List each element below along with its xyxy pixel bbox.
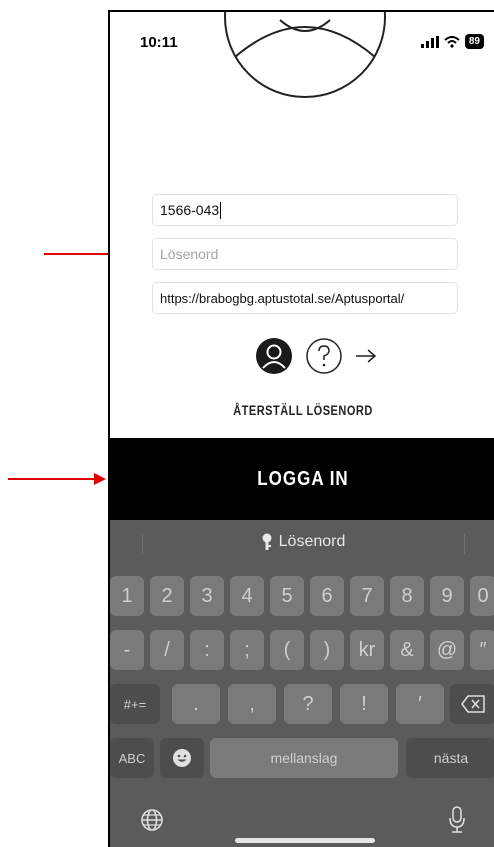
key-0[interactable]: 0 (470, 576, 494, 616)
key-apostrophe[interactable]: ′ (396, 684, 444, 724)
reset-password-link[interactable]: ÅTERSTÄLL LÖSENORD (110, 404, 494, 419)
key-ampersand[interactable]: & (390, 630, 424, 670)
password-placeholder: Lösenord (160, 246, 219, 262)
keyboard-suggestion-bar[interactable]: Lösenord (110, 520, 494, 564)
key-comma[interactable]: , (228, 684, 276, 724)
globe-icon[interactable] (140, 808, 164, 832)
key-9[interactable]: 9 (430, 576, 464, 616)
profile-avatar-illustration (224, 12, 386, 98)
key-icon (262, 533, 272, 550)
status-time: 10:11 (140, 34, 178, 51)
phone-screen: 10:11 89 1566-043 Lösenord https://brabo… (108, 10, 494, 847)
wifi-icon (444, 35, 460, 48)
suggestion-divider (142, 534, 143, 554)
user-account-icon[interactable] (255, 337, 293, 375)
battery-indicator: 89 (464, 34, 484, 49)
key-7[interactable]: 7 (350, 576, 384, 616)
password-field[interactable]: Lösenord (152, 238, 458, 270)
key-1[interactable]: 1 (110, 576, 144, 616)
key-at[interactable]: @ (430, 630, 464, 670)
arrow-right-icon[interactable] (355, 348, 377, 364)
key-backspace[interactable] (450, 684, 494, 724)
key-period[interactable]: . (172, 684, 220, 724)
key-kr[interactable]: kr (350, 630, 384, 670)
key-minus[interactable]: - (110, 630, 144, 670)
key-4[interactable]: 4 (230, 576, 264, 616)
server-url-value: https://brabogbg.aptustotal.se/Aptusport… (160, 290, 405, 306)
key-next[interactable]: nästa (406, 738, 494, 778)
signal-icon (420, 35, 439, 48)
key-question[interactable]: ? (284, 684, 332, 724)
key-6[interactable]: 6 (310, 576, 344, 616)
action-icons-row (255, 337, 377, 375)
key-open-paren[interactable]: ( (270, 630, 304, 670)
server-url-field[interactable]: https://brabogbg.aptustotal.se/Aptusport… (152, 282, 458, 314)
username-field[interactable]: 1566-043 (152, 194, 458, 226)
backspace-icon (461, 695, 485, 713)
key-abc[interactable]: ABC (110, 738, 154, 778)
key-slash[interactable]: / (150, 630, 184, 670)
microphone-icon[interactable] (448, 806, 466, 834)
status-icons: 89 (420, 34, 484, 49)
key-semicolon[interactable]: ; (230, 630, 264, 670)
suggestion-divider (464, 534, 465, 554)
key-colon[interactable]: : (190, 630, 224, 670)
key-exclamation[interactable]: ! (340, 684, 388, 724)
text-caret (220, 201, 222, 219)
key-close-paren[interactable]: ) (310, 630, 344, 670)
key-5[interactable]: 5 (270, 576, 304, 616)
key-emoji[interactable] (160, 738, 204, 778)
key-8[interactable]: 8 (390, 576, 424, 616)
emoji-icon (173, 749, 191, 767)
help-icon[interactable] (305, 337, 343, 375)
keyboard: Lösenord 1 2 3 4 5 6 7 8 9 0 - / : ; ( )… (110, 520, 494, 847)
key-symbols-toggle[interactable]: #+= (110, 684, 160, 724)
home-indicator[interactable] (235, 838, 375, 843)
key-2[interactable]: 2 (150, 576, 184, 616)
username-value: 1566-043 (160, 202, 220, 218)
password-suggestion: Lösenord (278, 533, 346, 550)
annotation-arrow-login (8, 473, 106, 485)
login-button[interactable]: LOGGA IN (110, 438, 494, 520)
key-double-quote[interactable]: ″ (470, 630, 494, 670)
key-space[interactable]: mellanslag (210, 738, 398, 778)
login-button-label: LOGGA IN (257, 467, 349, 490)
key-3[interactable]: 3 (190, 576, 224, 616)
